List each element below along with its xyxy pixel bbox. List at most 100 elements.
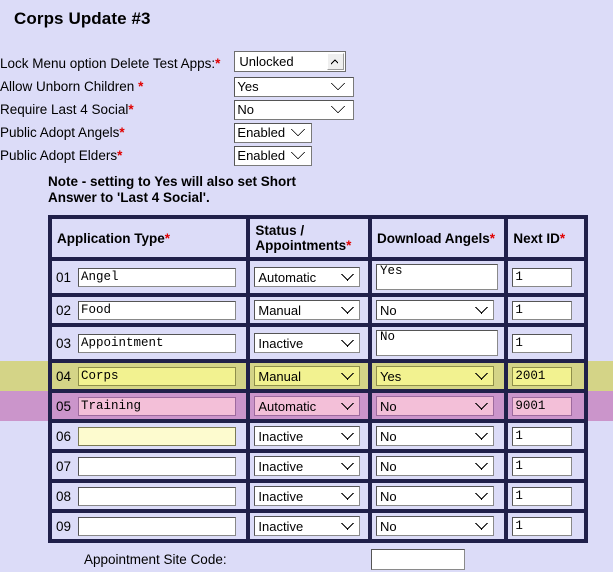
table-row: 02 Manual No xyxy=(50,295,586,325)
application-type-cell-content: 02 xyxy=(56,300,242,320)
last4-social-select[interactable]: No xyxy=(234,99,355,120)
cell-application-type: 08 xyxy=(50,481,249,511)
status-select[interactable]: Inactive xyxy=(254,456,361,476)
application-types-table: Application Type* Status / Appointments*… xyxy=(48,215,588,543)
setting-label-adopt-elders: Public Adopt Elders* xyxy=(0,144,234,167)
required-asterisk: * xyxy=(164,230,171,246)
next-id-input[interactable] xyxy=(512,426,573,446)
setting-label-text: Require Last 4 Social xyxy=(0,102,129,117)
cell-download-angels: No xyxy=(370,451,507,481)
application-type-input[interactable] xyxy=(78,486,237,506)
next-id-input[interactable] xyxy=(512,486,573,506)
cell-application-type: 09 xyxy=(50,511,249,541)
application-type-input[interactable] xyxy=(78,267,237,287)
next-id-input[interactable] xyxy=(512,366,573,386)
setting-row-adopt-angels: Public Adopt Angels* Enabled xyxy=(0,121,354,144)
next-id-input[interactable] xyxy=(512,456,573,476)
application-type-cell-content: 08 xyxy=(56,486,242,506)
cell-next-id xyxy=(506,325,586,361)
status-select[interactable]: Inactive xyxy=(254,516,361,536)
cell-download-angels: Yes xyxy=(370,259,507,295)
required-asterisk: * xyxy=(117,148,123,163)
download-angels-select[interactable]: No xyxy=(376,486,494,506)
cell-next-id xyxy=(506,451,586,481)
cell-next-id xyxy=(506,421,586,451)
unborn-children-select[interactable]: Yes xyxy=(234,76,355,97)
cell-status-appointments: Inactive xyxy=(248,451,370,481)
column-header-text: Application Type xyxy=(57,230,165,246)
cell-status-appointments: Manual xyxy=(248,361,370,391)
cell-status-appointments: Inactive xyxy=(248,511,370,541)
application-type-input[interactable] xyxy=(78,516,237,536)
status-select[interactable]: Inactive xyxy=(254,426,361,446)
download-angels-value[interactable]: No xyxy=(376,330,498,356)
cell-application-type: 01 xyxy=(50,259,249,295)
appointment-site-code-input[interactable] xyxy=(370,549,465,570)
download-angels-select[interactable]: No xyxy=(376,426,494,446)
column-header-text: Next ID xyxy=(513,230,560,246)
status-select[interactable]: Inactive xyxy=(254,333,361,353)
cell-download-angels: No xyxy=(370,421,507,451)
setting-label-text: Public Adopt Angels xyxy=(0,125,120,140)
cell-application-type: 04 xyxy=(50,361,249,391)
next-id-input[interactable] xyxy=(512,396,573,416)
required-asterisk: * xyxy=(128,102,134,117)
next-id-input[interactable] xyxy=(512,333,573,353)
download-angels-select[interactable]: No xyxy=(376,396,494,416)
application-type-cell-content: 06 xyxy=(56,426,242,446)
download-angels-value[interactable]: Yes xyxy=(376,264,498,290)
row-number: 03 xyxy=(56,335,72,351)
cell-next-id xyxy=(506,361,586,391)
application-type-cell-content: 03 xyxy=(56,333,242,353)
row-number: 01 xyxy=(56,269,72,285)
column-header-text: Download Angels xyxy=(377,230,490,246)
table-row: 06 Inactive No xyxy=(50,421,586,451)
cell-status-appointments: Manual xyxy=(248,295,370,325)
cell-application-type: 03 xyxy=(50,325,249,361)
setting-control-unborn-children: Yes xyxy=(234,75,355,98)
chevron-down-icon[interactable] xyxy=(327,53,345,70)
application-type-cell-content: 09 xyxy=(56,516,242,536)
application-type-cell-content: 01 xyxy=(56,267,242,287)
download-angels-select[interactable]: No xyxy=(376,456,494,476)
footer-row: Appointment Site Code: xyxy=(0,549,613,570)
next-id-input[interactable] xyxy=(512,300,573,320)
application-type-input[interactable] xyxy=(78,300,237,320)
setting-control-adopt-elders: Enabled xyxy=(234,144,354,167)
application-type-input[interactable] xyxy=(78,426,237,446)
cell-status-appointments: Inactive xyxy=(248,481,370,511)
required-asterisk: * xyxy=(138,79,144,94)
lock-menu-select-value: Unlocked xyxy=(239,54,294,69)
required-asterisk: * xyxy=(215,55,221,71)
cell-application-type: 02 xyxy=(50,295,249,325)
application-type-input[interactable] xyxy=(78,333,237,353)
download-angels-select[interactable]: Yes xyxy=(376,366,494,386)
download-angels-select[interactable]: No xyxy=(376,516,494,536)
status-select[interactable]: Manual xyxy=(254,300,361,320)
download-angels-select[interactable]: No xyxy=(376,300,494,320)
table-header-row: Application Type* Status / Appointments*… xyxy=(50,217,586,259)
application-type-input[interactable] xyxy=(78,396,237,416)
row-number: 05 xyxy=(56,398,72,414)
status-select[interactable]: Automatic xyxy=(254,267,361,287)
table-row: 07 Inactive No xyxy=(50,451,586,481)
settings-form: Lock Menu option Delete Test Apps:* Unlo… xyxy=(0,51,355,167)
status-select[interactable]: Manual xyxy=(254,366,361,386)
column-header-download-angels: Download Angels* xyxy=(370,217,507,259)
status-select[interactable]: Automatic xyxy=(254,396,361,416)
next-id-input[interactable] xyxy=(512,516,573,536)
setting-label-text: Lock Menu option Delete Test Apps: xyxy=(0,55,216,71)
row-number: 06 xyxy=(56,428,72,444)
application-type-input[interactable] xyxy=(78,456,237,476)
required-asterisk: * xyxy=(489,230,496,246)
status-select[interactable]: Inactive xyxy=(254,486,361,506)
cell-next-id xyxy=(506,481,586,511)
next-id-input[interactable] xyxy=(512,267,573,287)
row-number: 07 xyxy=(56,458,72,474)
lock-menu-select[interactable]: Unlocked xyxy=(234,51,347,72)
adopt-angels-select[interactable]: Enabled xyxy=(234,122,313,143)
table-header: Application Type* Status / Appointments*… xyxy=(50,217,586,259)
adopt-elders-select[interactable]: Enabled xyxy=(234,145,313,166)
application-type-input[interactable] xyxy=(78,366,237,386)
setting-row-last4-social: Require Last 4 Social* No xyxy=(0,98,355,121)
